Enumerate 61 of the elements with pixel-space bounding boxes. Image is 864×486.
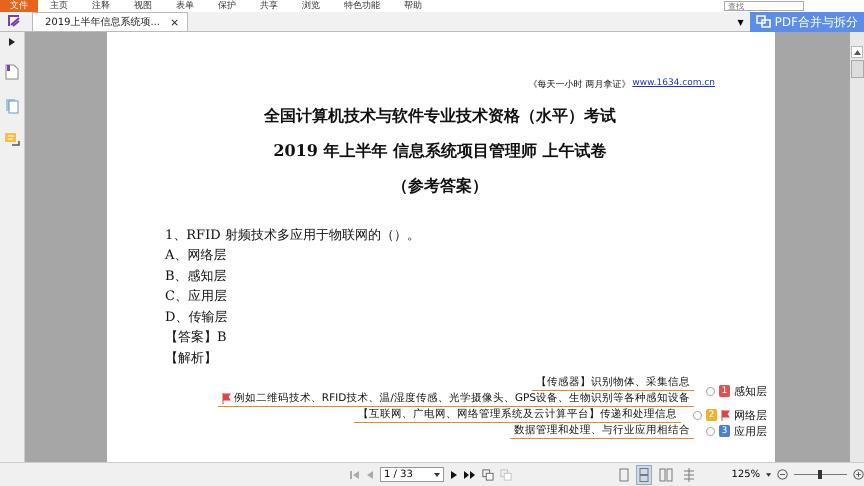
tab-title: 2019上半年信息系统项... xyxy=(45,16,160,29)
flag-icon xyxy=(222,392,231,404)
merge-icon xyxy=(756,15,772,29)
zoom-value[interactable]: 125% xyxy=(731,469,760,480)
branch-text: 【传感器】识别物体、采集信息 xyxy=(536,375,690,389)
single-view-button[interactable] xyxy=(617,466,632,484)
document-title: （参考答案） xyxy=(391,176,489,196)
dropdown-caret-icon[interactable] xyxy=(434,472,440,476)
answer-option: D、传输层 xyxy=(165,308,715,328)
layer-label: 网络层 xyxy=(734,408,767,422)
menu-item[interactable]: 注释 xyxy=(80,0,122,12)
facing-view-button[interactable] xyxy=(657,466,676,484)
comment-icon[interactable] xyxy=(4,132,20,147)
collapse-icon[interactable] xyxy=(706,386,715,396)
priority-badge: 1 xyxy=(719,385,730,397)
slider-thumb[interactable] xyxy=(818,470,822,479)
answer-text: 【答案】B xyxy=(165,329,228,347)
answer-option: B、感知层 xyxy=(165,266,715,287)
analysis-heading: 【解析】 xyxy=(165,350,218,368)
question-text: 1、RFID 射频技术多应用于物联网的（）。 xyxy=(165,227,421,245)
page-number-field[interactable]: 1 / 33 xyxy=(380,467,444,482)
document-tab[interactable]: 2019上半年信息系统项... × xyxy=(32,12,188,31)
scroll-up-button[interactable] xyxy=(851,46,863,58)
continuous-view-button[interactable] xyxy=(637,466,652,484)
flag-icon xyxy=(721,410,730,420)
scrollbar-thumb[interactable] xyxy=(850,60,864,78)
last-page-button[interactable] xyxy=(464,470,476,480)
menu-item[interactable]: 主页 xyxy=(38,0,80,12)
answer-option: A、网络层 xyxy=(165,246,715,266)
page-icon[interactable] xyxy=(5,64,19,80)
branch-text: 数据管理和处理、与行业应用相结合 xyxy=(514,423,690,437)
menu-item[interactable]: 表单 xyxy=(164,0,206,12)
tab-list-dropdown[interactable]: ▼ xyxy=(737,18,744,27)
rotate-page-icon[interactable] xyxy=(482,468,494,482)
layer-label: 感知层 xyxy=(734,384,767,398)
menu-item[interactable]: 共享 xyxy=(248,0,290,12)
expand-arrow-icon[interactable] xyxy=(9,38,15,46)
close-icon[interactable]: × xyxy=(170,16,180,28)
menu-item[interactable]: 帮助 xyxy=(392,0,434,12)
zoom-out-icon[interactable] xyxy=(777,468,788,481)
priority-badge: 2 xyxy=(706,409,717,421)
search-field[interactable]: 查找 xyxy=(724,1,804,11)
next-page-button[interactable] xyxy=(450,470,458,480)
layer-label: 应用层 xyxy=(734,424,767,438)
branch-text: 【互联网、广电网、网络管理系统及云计算平台】传递和处理信息 xyxy=(358,407,677,421)
priority-badge: 3 xyxy=(719,425,730,437)
document-title: 全国计算机技术与软件专业技术资格（水平）考试 xyxy=(262,106,617,126)
zoom-dropdown-icon[interactable] xyxy=(766,472,772,476)
menu-item[interactable]: 视图 xyxy=(122,0,164,12)
app-logo-icon xyxy=(6,13,22,29)
menu-item[interactable]: 浏览 xyxy=(290,0,332,12)
menu-item[interactable]: 保护 xyxy=(206,0,248,12)
website-link[interactable]: www.1634.com.cn xyxy=(632,78,715,91)
zoom-in-icon[interactable] xyxy=(852,468,864,481)
menu-item[interactable]: 特色功能 xyxy=(332,0,392,12)
up-arrow-icon xyxy=(854,50,860,54)
header-note: 《每天一小时 两月拿证》 xyxy=(528,78,630,91)
document-title: 2019 年上半年 信息系统项目管理师 上午试卷 xyxy=(272,141,608,161)
branch-text: 例如二维码技术、RFID技术、温/湿度传感、光学摄像头、GPS设备、生物识别等各种感知设备 xyxy=(234,391,690,405)
pages-icon[interactable] xyxy=(5,98,19,114)
answer-option: C、应用层 xyxy=(165,287,715,308)
